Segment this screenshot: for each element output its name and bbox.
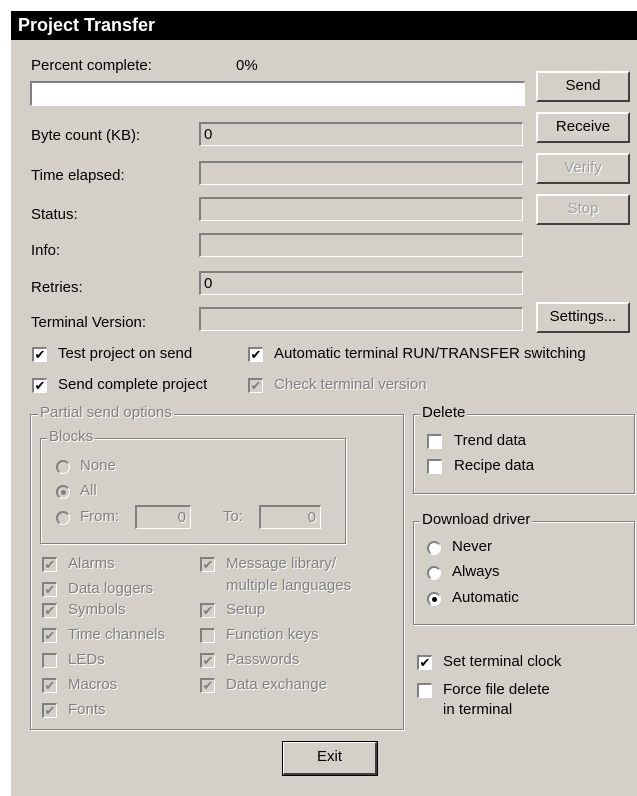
check-version-checkbox[interactable]: ✔ bbox=[248, 378, 263, 393]
test-project-label: Test project on send bbox=[58, 345, 193, 362]
window-title: Project Transfer bbox=[11, 11, 637, 40]
set-clock-label: Set terminal clock bbox=[443, 653, 562, 670]
blocks-from-label: From: bbox=[80, 508, 120, 525]
blocks-to-label: To: bbox=[223, 508, 244, 525]
time-elapsed-label: Time elapsed: bbox=[31, 167, 125, 184]
driver-automatic-label: Automatic bbox=[452, 589, 519, 606]
info-field bbox=[199, 233, 523, 257]
force-delete-label: Force file delete bbox=[443, 681, 550, 698]
leds-checkbox[interactable] bbox=[42, 653, 57, 668]
auto-switch-checkbox[interactable]: ✔ bbox=[248, 347, 263, 362]
info-label: Info: bbox=[31, 242, 61, 259]
function-keys-checkbox[interactable] bbox=[200, 628, 215, 643]
set-clock-checkbox[interactable]: ✔ bbox=[417, 655, 432, 670]
status-field bbox=[199, 197, 523, 221]
download-driver-title: Download driver bbox=[420, 511, 533, 528]
blocks-all-label: All bbox=[80, 482, 97, 499]
test-project-checkbox[interactable]: ✔ bbox=[32, 347, 47, 362]
send-complete-checkbox[interactable]: ✔ bbox=[32, 378, 47, 393]
leds-label: LEDs bbox=[68, 651, 105, 668]
delete-title: Delete bbox=[420, 404, 468, 421]
time-elapsed-field bbox=[199, 161, 523, 185]
settings-button[interactable]: Settings... bbox=[536, 302, 630, 333]
send-complete-label: Send complete project bbox=[58, 376, 208, 393]
driver-always-radio[interactable] bbox=[427, 566, 441, 580]
message-library-checkbox[interactable]: ✔ bbox=[200, 557, 215, 572]
data-loggers-label: Data loggers bbox=[68, 580, 154, 597]
data-exchange-checkbox[interactable]: ✔ bbox=[200, 678, 215, 693]
function-keys-label: Function keys bbox=[226, 626, 319, 643]
alarms-label: Alarms bbox=[68, 555, 115, 572]
retries-field: 0 bbox=[199, 271, 523, 295]
passwords-checkbox[interactable]: ✔ bbox=[200, 653, 215, 668]
terminal-version-label: Terminal Version: bbox=[31, 314, 147, 331]
passwords-label: Passwords bbox=[226, 651, 300, 668]
symbols-label: Symbols bbox=[68, 601, 126, 618]
force-delete-label-line2: in terminal bbox=[443, 701, 513, 718]
setup-label: Setup bbox=[226, 601, 266, 618]
time-channels-label: Time channels bbox=[68, 626, 165, 643]
byte-count-field: 0 bbox=[199, 122, 523, 146]
fonts-label: Fonts bbox=[68, 701, 106, 718]
stop-button[interactable]: Stop bbox=[536, 194, 630, 225]
setup-checkbox[interactable]: ✔ bbox=[200, 603, 215, 618]
send-button[interactable]: Send bbox=[536, 71, 630, 102]
check-version-label: Check terminal version bbox=[274, 376, 427, 393]
download-driver-group bbox=[413, 521, 635, 625]
project-transfer-window: Project Transfer Percent complete: 0% Se… bbox=[10, 10, 637, 796]
partial-send-title: Partial send options bbox=[38, 404, 174, 421]
trend-data-checkbox[interactable] bbox=[427, 434, 442, 449]
percent-complete-value: 0% bbox=[236, 57, 258, 74]
macros-label: Macros bbox=[68, 676, 118, 693]
blocks-from-radio[interactable] bbox=[56, 511, 70, 525]
blocks-from-field[interactable]: 0 bbox=[135, 505, 191, 529]
message-library-label-line2: multiple languages bbox=[226, 577, 352, 594]
exit-button[interactable]: Exit bbox=[282, 741, 378, 776]
symbols-checkbox[interactable]: ✔ bbox=[42, 603, 57, 618]
fonts-checkbox[interactable]: ✔ bbox=[42, 703, 57, 718]
percent-complete-label: Percent complete: bbox=[31, 57, 152, 74]
data-exchange-label: Data exchange bbox=[226, 676, 327, 693]
verify-button[interactable]: Verify bbox=[536, 153, 630, 184]
driver-never-label: Never bbox=[452, 538, 493, 555]
macros-checkbox[interactable]: ✔ bbox=[42, 678, 57, 693]
status-label: Status: bbox=[31, 206, 78, 223]
driver-never-radio[interactable] bbox=[427, 541, 441, 555]
radio-selected-dot bbox=[61, 490, 66, 495]
blocks-all-radio[interactable] bbox=[56, 485, 70, 499]
message-library-label: Message library/ bbox=[226, 555, 337, 572]
blocks-none-label: None bbox=[80, 457, 116, 474]
receive-button[interactable]: Receive bbox=[536, 112, 630, 143]
blocks-to-field[interactable]: 0 bbox=[259, 505, 321, 529]
progress-bar bbox=[30, 81, 525, 106]
trend-data-label: Trend data bbox=[454, 432, 526, 449]
data-loggers-checkbox[interactable]: ✔ bbox=[42, 582, 57, 597]
recipe-data-label: Recipe data bbox=[454, 457, 535, 474]
radio-selected-dot bbox=[432, 597, 437, 602]
time-channels-checkbox[interactable]: ✔ bbox=[42, 628, 57, 643]
force-delete-checkbox[interactable] bbox=[417, 683, 432, 698]
retries-label: Retries: bbox=[31, 279, 83, 296]
recipe-data-checkbox[interactable] bbox=[427, 459, 442, 474]
driver-always-label: Always bbox=[452, 563, 500, 580]
byte-count-label: Byte count (KB): bbox=[31, 127, 141, 144]
driver-automatic-radio[interactable] bbox=[427, 592, 441, 606]
auto-switch-label: Automatic terminal RUN/TRANSFER switchin… bbox=[274, 345, 586, 362]
delete-group bbox=[413, 414, 635, 494]
terminal-version-field bbox=[199, 307, 523, 331]
alarms-checkbox[interactable]: ✔ bbox=[42, 557, 57, 572]
blocks-none-radio[interactable] bbox=[56, 460, 70, 474]
blocks-title: Blocks bbox=[47, 428, 96, 445]
